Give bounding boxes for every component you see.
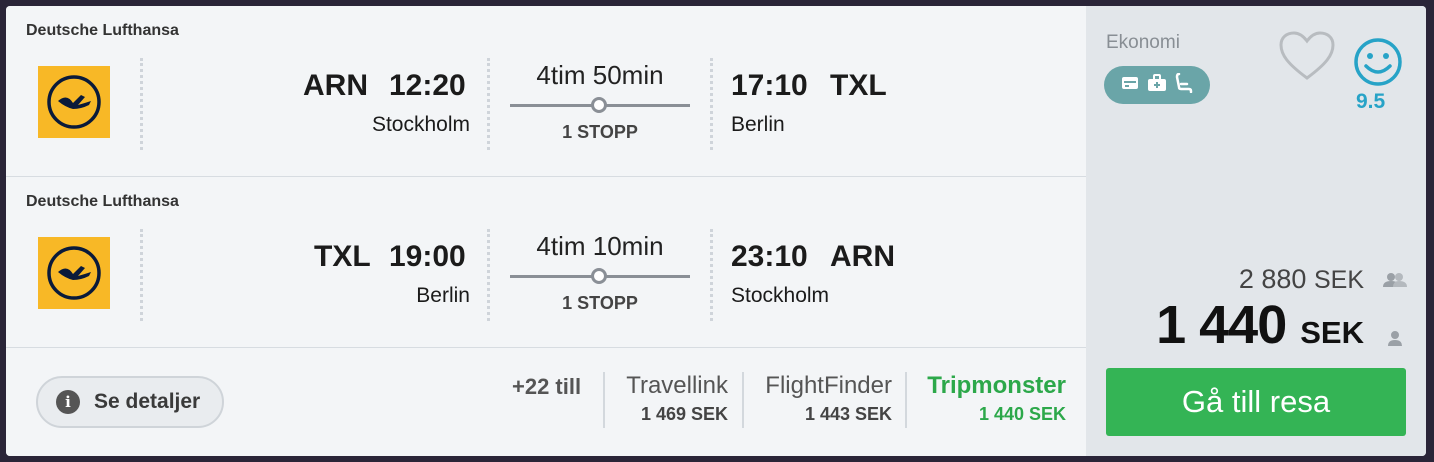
divider — [710, 229, 713, 321]
flight-duration: 4tim 10min — [536, 231, 664, 261]
arrival-city: Berlin — [731, 113, 785, 136]
provider-tripmonster[interactable]: Tripmonster 1 440 SEK — [927, 372, 1066, 425]
more-providers-link[interactable]: +22 till — [512, 374, 581, 400]
price-panel: Ekonomi 9.5 2 880 SEK 1 440 SEK Gå till … — [1086, 6, 1426, 456]
arrival-time: 17:10 — [731, 69, 808, 102]
provider-name: Travellink — [626, 372, 728, 399]
arrival-time: 23:10 — [731, 240, 808, 273]
total-price-currency: SEK — [1313, 266, 1364, 294]
total-price-value: 2 880 — [1238, 264, 1307, 294]
wifi-icon — [1121, 75, 1139, 96]
stops-label: 1 STOPP — [562, 122, 638, 142]
departure-time: 12:20 — [389, 69, 466, 102]
divider — [710, 58, 713, 150]
divider — [140, 58, 143, 150]
provider-price: 1 469 SEK — [640, 404, 728, 424]
stops-label: 1 STOPP — [562, 293, 638, 313]
departure-time: 19:00 — [389, 240, 466, 273]
divider — [487, 229, 490, 321]
provider-name: FlightFinder — [765, 372, 892, 399]
see-details-button[interactable]: i Se detaljer — [36, 376, 224, 428]
provider-divider — [603, 372, 605, 428]
departure-code: ARN — [303, 69, 368, 102]
leg-separator — [6, 347, 1086, 348]
lufthansa-logo — [38, 237, 110, 309]
provider-price: 1 443 SEK — [804, 404, 892, 424]
departure-city: Stockholm — [371, 113, 470, 136]
provider-divider — [905, 372, 907, 428]
provider-travellink[interactable]: Travellink 1 469 SEK — [626, 372, 728, 425]
price-currency: SEK — [1300, 315, 1364, 350]
provider-flightfinder[interactable]: FlightFinder 1 443 SEK — [765, 372, 892, 425]
provider-divider — [742, 372, 744, 428]
price-value: 1 440 — [1156, 295, 1287, 355]
flight-duration: 4tim 50min — [536, 60, 664, 90]
provider-price: 1 440 SEK — [978, 404, 1066, 424]
stop-marker — [591, 97, 607, 113]
total-price: 2 880 SEK — [1239, 264, 1364, 295]
departure-code: TXL — [314, 240, 371, 273]
airline-name: Deutsche Lufthansa — [26, 193, 179, 210]
info-icon: i — [56, 390, 80, 414]
arrival-code: TXL — [830, 69, 887, 102]
luggage-icon — [1147, 73, 1167, 97]
itinerary-panel: Deutsche Lufthansa ARN 12:20 Stockholm 4… — [6, 6, 1086, 456]
flight-result-card: Deutsche Lufthansa ARN 12:20 Stockholm 4… — [6, 6, 1426, 456]
seat-icon — [1175, 72, 1193, 98]
per-person-price: 1 440 SEK — [1156, 294, 1364, 356]
provider-name: Tripmonster — [927, 372, 1066, 399]
person-icon — [1388, 330, 1402, 351]
smiley-icon — [1352, 36, 1404, 93]
lufthansa-logo — [38, 66, 110, 138]
amenities-badge[interactable] — [1104, 66, 1210, 104]
flight-leg-return[interactable]: Deutsche Lufthansa TXL 19:00 Berlin 4tim… — [6, 177, 1086, 347]
arrival-city: Stockholm — [731, 284, 830, 307]
airline-name: Deutsche Lufthansa — [26, 22, 179, 39]
go-to-trip-button[interactable]: Gå till resa — [1106, 368, 1406, 436]
heart-icon[interactable] — [1278, 30, 1336, 87]
see-details-label: Se detaljer — [94, 390, 201, 413]
divider — [140, 229, 143, 321]
rating-score: 9.5 — [1356, 90, 1386, 113]
flight-leg-outbound[interactable]: Deutsche Lufthansa ARN 12:20 Stockholm 4… — [6, 6, 1086, 176]
cabin-class: Ekonomi — [1106, 32, 1180, 53]
stop-marker — [591, 268, 607, 284]
arrival-code: ARN — [830, 240, 895, 273]
departure-city: Berlin — [416, 284, 470, 307]
divider — [487, 58, 490, 150]
group-icon — [1382, 272, 1408, 293]
